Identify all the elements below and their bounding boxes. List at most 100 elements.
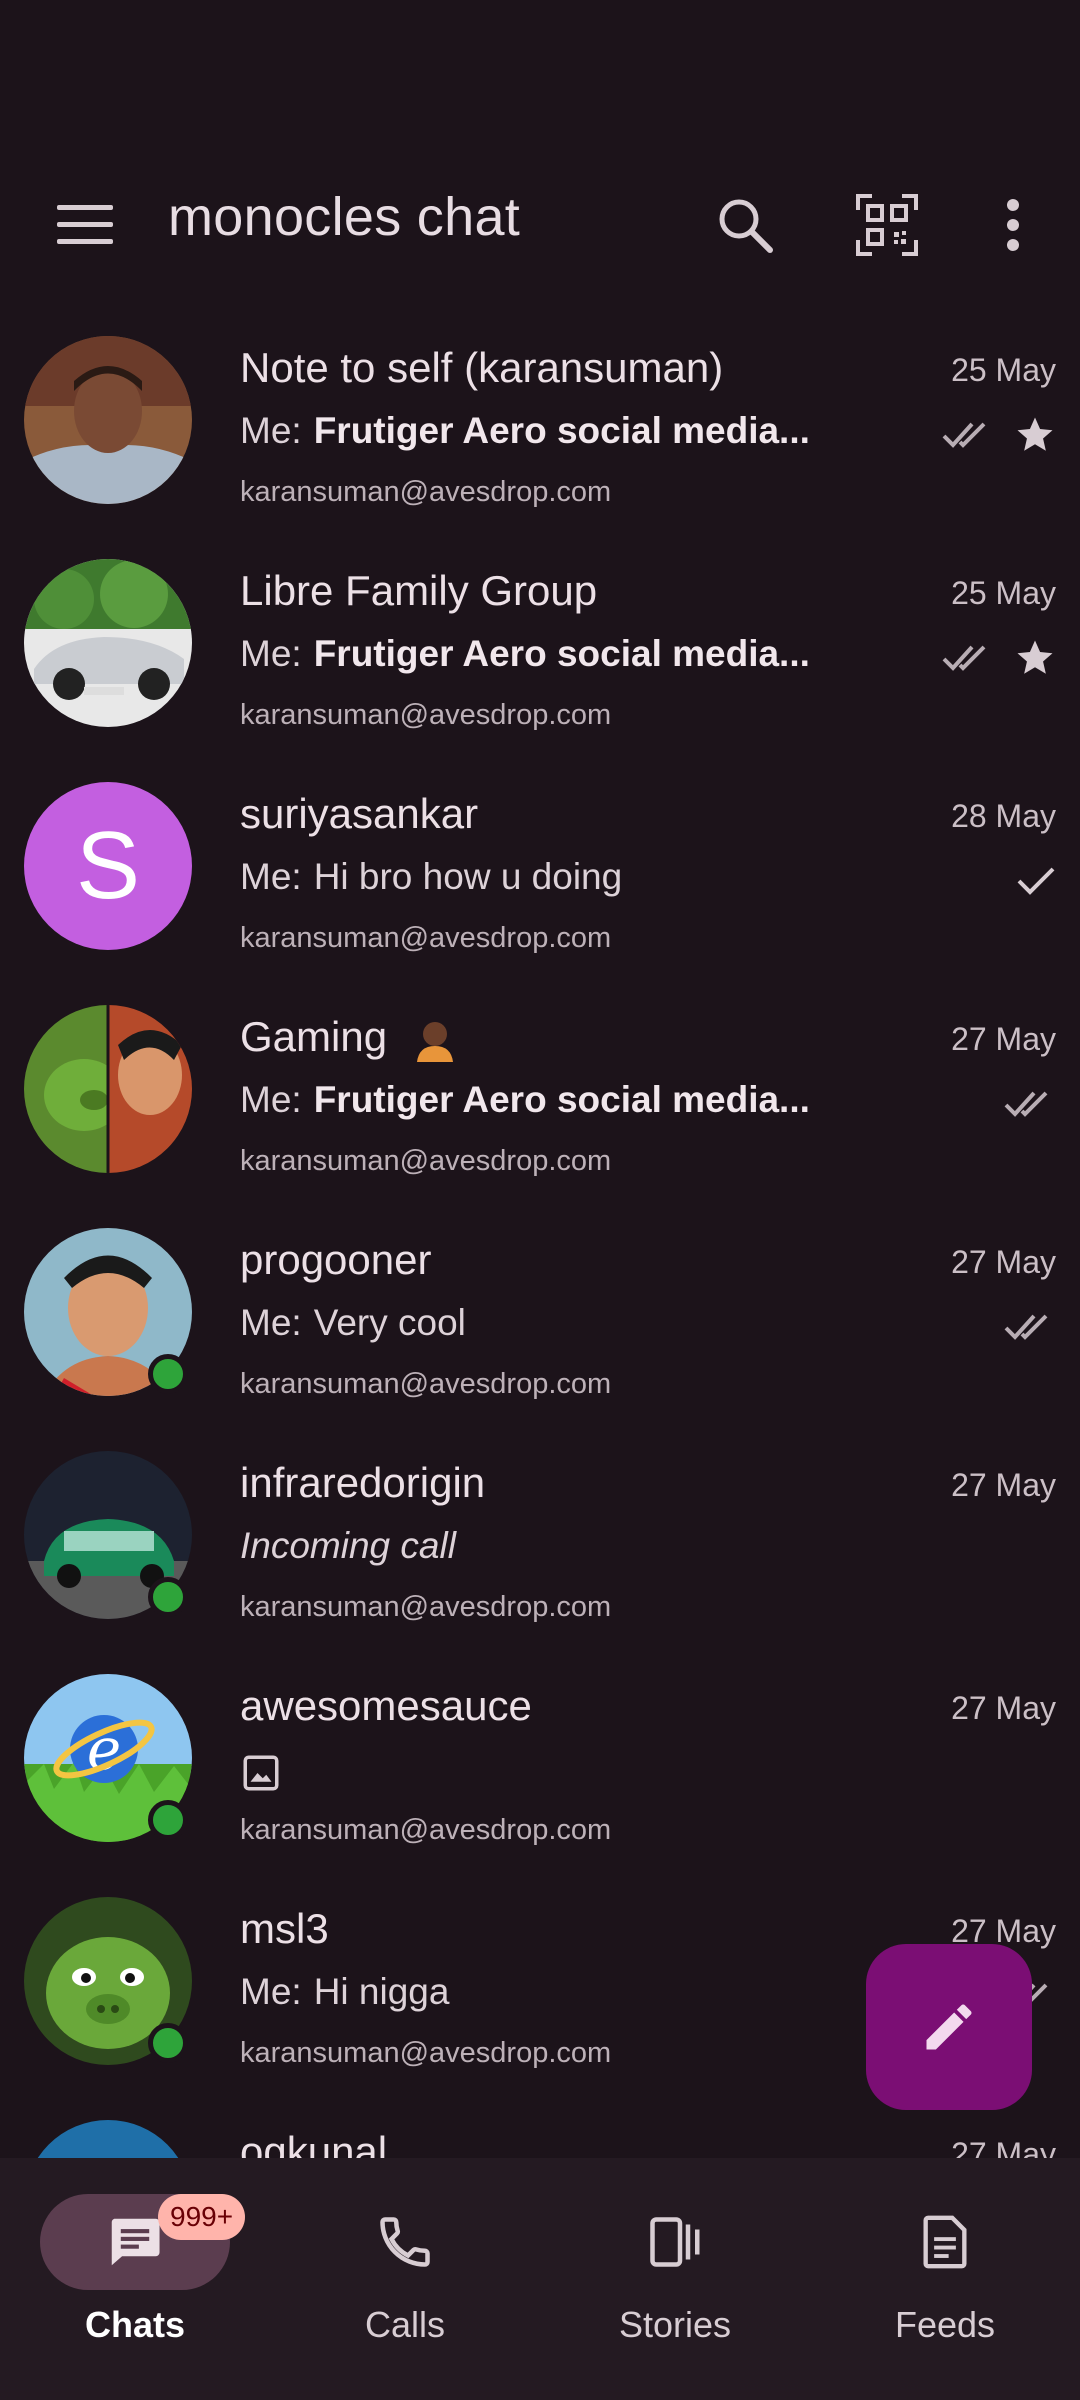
phone-icon: [380, 2217, 430, 2267]
nav-label: Chats: [84, 2304, 186, 2345]
nav-label: Feeds: [894, 2304, 996, 2345]
bottom-navigation: 999+ Chats Calls Stories Feeds: [0, 2158, 1080, 2400]
sender-prefix: Me:: [240, 410, 302, 451]
chat-icon: [111, 2218, 160, 2266]
unread-badge: 999+: [158, 2194, 246, 2240]
chat-item[interactable]: infraredorigin 27 May Incoming call kara…: [0, 1425, 1080, 1648]
chat-preview: Me: Frutiger Aero social media...: [240, 1079, 840, 1121]
chat-date: 28 May: [951, 798, 1056, 834]
nav-label: Stories: [618, 2304, 732, 2345]
chat-name: Libre Family Group: [240, 567, 598, 614]
chat-preview: Me: Frutiger Aero social media...: [240, 410, 840, 452]
chat-name-text: Gaming: [240, 1013, 388, 1060]
star-icon: [1017, 640, 1053, 674]
chat-status: [1004, 1079, 1056, 1129]
chat-date: 25 May: [951, 575, 1056, 611]
preview-text: Frutiger Aero social media...: [313, 1079, 810, 1120]
chat-status: [942, 633, 1056, 683]
chat-name: infraredorigin: [240, 1459, 486, 1506]
chat-account: karansuman@avesdrop.com: [240, 2037, 612, 2069]
chat-preview: Me: Very cool: [240, 1302, 840, 1344]
chat-name: Gaming: [240, 1013, 459, 1064]
online-indicator: [148, 1354, 188, 1394]
sender-prefix: Me:: [240, 1302, 302, 1343]
chat-item[interactable]: Libre Family Group 25 May Me: Frutiger Ae…: [0, 533, 1080, 756]
preview-text: Frutiger Aero social media...: [313, 410, 810, 451]
chat-name: progooner: [240, 1236, 432, 1283]
chat-name: msl3: [240, 1905, 329, 1952]
nav-feeds[interactable]: Feeds: [810, 2194, 1080, 2384]
nav-calls[interactable]: Calls: [270, 2194, 540, 2384]
double-check-icon: [942, 645, 986, 671]
online-indicator: [148, 1577, 188, 1617]
nav-pill: 999+: [40, 2194, 246, 2290]
chat-date: 25 May: [951, 352, 1056, 388]
image-icon: [243, 1755, 279, 1791]
person-emoji-icon: [416, 1021, 453, 1062]
chat-account: karansuman@avesdrop.com: [240, 699, 612, 731]
avatar: [24, 336, 192, 504]
avatar: [24, 559, 192, 727]
sender-prefix: Me:: [240, 1079, 302, 1120]
sender-prefix: Me:: [240, 1971, 302, 2012]
chat-account: karansuman@avesdrop.com: [240, 1591, 612, 1623]
chat-date: 27 May: [951, 1690, 1056, 1726]
chat-date: 27 May: [951, 2136, 1056, 2158]
chat-preview: Me: Hi nigga: [240, 1971, 840, 2013]
top-app-bar: monocles chat: [0, 160, 1080, 280]
chat-item[interactable]: S suriyasankar 28 May Me: Hi bro how u do…: [0, 756, 1080, 979]
stories-icon: [650, 2217, 700, 2267]
chat-date: 27 May: [951, 1244, 1056, 1280]
feeds-icon: [923, 2215, 967, 2269]
preview-text: Frutiger Aero social media...: [313, 633, 810, 674]
chat-item[interactable]: e awesomesauce 27 May karansuman@avesdro…: [0, 1648, 1080, 1871]
chat-name: ogkunal: [240, 2128, 388, 2158]
chat-date: 27 May: [951, 1467, 1056, 1503]
chat-preview: Me: Frutiger Aero social media...: [240, 633, 840, 675]
search-icon[interactable]: [700, 180, 790, 270]
double-check-icon: [1004, 1314, 1048, 1340]
chat-item[interactable]: progooner 27 May Me: Very cool karansuman…: [0, 1202, 1080, 1425]
chat-preview: Me: Hi bro how u doing: [240, 856, 840, 898]
chat-account: karansuman@avesdrop.com: [240, 1145, 612, 1177]
nav-pill: [850, 2194, 1040, 2290]
chat-item[interactable]: Gaming 27 May Me: Frutiger Aero social me…: [0, 979, 1080, 1202]
chat-status: [1004, 1302, 1056, 1352]
nav-stories[interactable]: Stories: [540, 2194, 810, 2384]
menu-icon[interactable]: [40, 180, 130, 270]
star-icon: [1017, 417, 1053, 451]
avatar: [24, 1005, 192, 1173]
nav-chats[interactable]: 999+ Chats: [0, 2194, 270, 2384]
chat-item[interactable]: Note to self (karansuman) 25 May Me: Frut…: [0, 310, 1080, 533]
app-title: monocles chat: [168, 187, 521, 247]
sender-prefix: Me:: [240, 633, 302, 674]
online-indicator: [148, 1800, 188, 1840]
chat-preview: Incoming call: [240, 1525, 456, 1566]
chat-account: karansuman@avesdrop.com: [240, 476, 612, 508]
chat-preview: [240, 1748, 840, 1803]
chat-status: [1016, 856, 1056, 906]
preview-text: Hi bro how u doing: [313, 856, 623, 897]
nav-pill: [580, 2194, 770, 2290]
avatar: S: [24, 782, 192, 950]
chat-name: suriyasankar: [240, 790, 479, 837]
edit-pencil-icon: [926, 2004, 972, 2050]
online-indicator: [148, 2023, 188, 2063]
preview-text: Very cool: [313, 1302, 466, 1343]
chat-account: karansuman@avesdrop.com: [240, 1814, 612, 1846]
chat-date: 27 May: [951, 1021, 1056, 1057]
chat-name: Note to self (karansuman): [240, 344, 724, 391]
avatar: [24, 2120, 192, 2158]
nav-label: Calls: [364, 2304, 445, 2345]
chat-account: karansuman@avesdrop.com: [240, 1368, 612, 1400]
more-vert-icon[interactable]: [968, 180, 1058, 270]
preview-text: Hi nigga: [313, 1971, 450, 2012]
sender-prefix: Me:: [240, 856, 302, 897]
new-chat-fab[interactable]: [866, 1944, 1032, 2110]
nav-pill: [310, 2194, 500, 2290]
qr-code-scan-icon[interactable]: [842, 180, 932, 270]
double-check-icon: [942, 422, 986, 448]
check-icon: [1017, 867, 1055, 895]
chat-name: awesomesauce: [240, 1682, 532, 1729]
chat-list[interactable]: Note to self (karansuman) 25 May Me: Frut…: [0, 310, 1080, 2158]
